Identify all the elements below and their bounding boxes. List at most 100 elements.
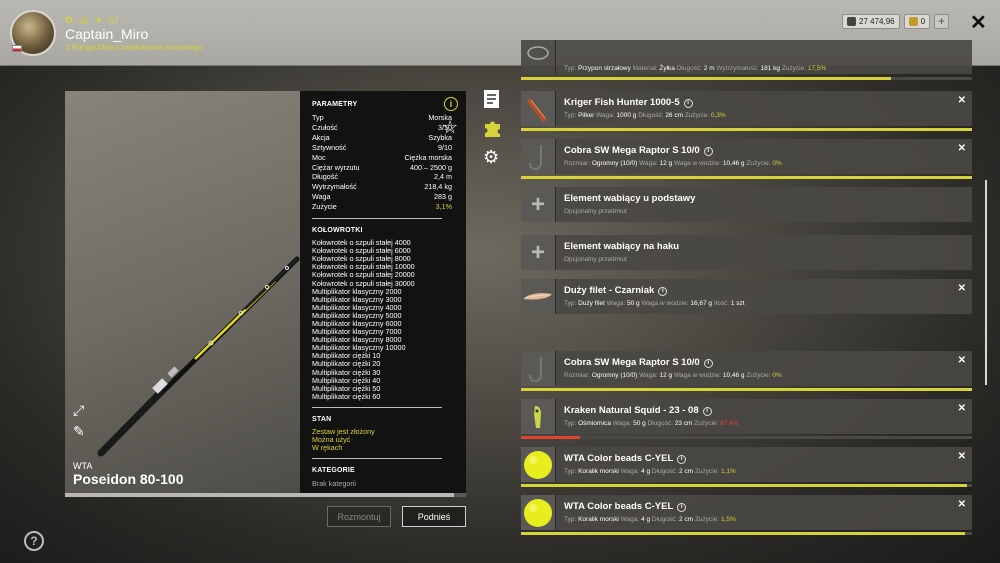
item-name: Cobra SW Mega Raptor S 10/0 i xyxy=(564,145,713,156)
player-stats: ✪ 45 ★ 57 xyxy=(65,15,119,26)
param-key: Typ xyxy=(312,113,324,122)
info-icon[interactable]: i xyxy=(444,97,458,111)
scrollbar[interactable] xyxy=(985,180,987,385)
parameters-panel: PARAMETRY Typ Morska Czułość 3/10 Akcja Szybk… xyxy=(300,91,466,493)
tackle-item[interactable]: WTA Color beads C-YEL i Typ: Koralik morsk… xyxy=(521,447,972,482)
state-title: STAN xyxy=(312,415,332,423)
tackle-item[interactable]: Cobra SW Mega Raptor S 10/0 i Rozmiar: Ogr… xyxy=(521,139,972,174)
remove-item-icon[interactable]: ✕ xyxy=(958,499,966,510)
item-info-icon[interactable]: i xyxy=(677,455,687,464)
rank-star-icon: ★ xyxy=(94,15,103,25)
gold-coin-icon xyxy=(908,16,918,26)
rod-preview: ⤢ ✎ WTA Poseidon 80-100 xyxy=(65,91,300,493)
add-currency-button[interactable]: + xyxy=(934,13,950,29)
param-key: Zużycie xyxy=(312,202,337,212)
plus-icon: + xyxy=(521,235,556,270)
gold-balance: 0 xyxy=(903,13,931,29)
empty-slot[interactable]: + Element wabiący u podstawy Opcjonalny pr… xyxy=(521,187,972,222)
rod-brand: WTA xyxy=(73,461,93,471)
item-info-icon[interactable]: i xyxy=(677,503,687,512)
reels-title: KOŁOWROTKI xyxy=(312,227,363,235)
remove-item-icon[interactable]: ✕ xyxy=(958,95,966,106)
silver-balance: 27 474,96 xyxy=(842,13,900,29)
param-row: Waga 283 g xyxy=(312,192,454,202)
item-info-icon[interactable]: i xyxy=(703,147,713,156)
hook-icon xyxy=(521,139,556,174)
rod-image xyxy=(97,256,300,457)
bead-icon xyxy=(521,447,556,482)
param-key: Ciężar wyrzutu xyxy=(312,162,360,172)
settings-gear-icon[interactable]: ⚙ xyxy=(483,147,499,168)
item-description: Rozmiar: Ogromny (10/0) Waga: 12 g Waga … xyxy=(564,372,782,379)
username: Captain_Miro xyxy=(65,26,149,42)
item-info-icon[interactable]: i xyxy=(703,359,713,368)
param-row: Czułość 3/10 xyxy=(312,123,454,133)
pilker-icon xyxy=(521,91,556,126)
item-description: Typ: Ośmiornica Waga: 50 g Długość: 23 c… xyxy=(564,420,739,427)
item-name: WTA Color beads C-YEL i xyxy=(564,501,687,512)
remove-item-icon[interactable]: ✕ xyxy=(958,143,966,154)
param-key: Wytrzymałość xyxy=(312,182,357,192)
wear-bar xyxy=(521,128,972,131)
rank-title: 3 Ranga Mistrz wędkarstwa morskiego xyxy=(65,43,203,52)
param-value: Ciężka morska xyxy=(404,152,452,162)
param-value: 283 g xyxy=(434,192,452,202)
param-value: 2,4 m xyxy=(434,172,452,182)
bead-icon xyxy=(521,495,556,530)
wear-bar xyxy=(521,176,972,179)
param-value: 3,1% xyxy=(435,202,452,212)
reel-item: Multiplikator ciężki 60 xyxy=(312,391,381,401)
disassemble-button[interactable]: Rozmontuj xyxy=(327,506,391,527)
close-icon[interactable]: ✕ xyxy=(970,10,987,35)
rank-level: 57 xyxy=(108,15,119,26)
tackle-item[interactable]: Typ: Przypon strzałowy Materiał: Żyłka D… xyxy=(521,40,972,75)
param-key: Akcja xyxy=(312,132,330,142)
param-key: Długość xyxy=(312,172,338,182)
puzzle-icon[interactable] xyxy=(483,118,503,143)
item-info-icon[interactable]: i xyxy=(702,407,712,416)
gold-amount: 0 xyxy=(920,16,926,26)
item-info-icon[interactable]: i xyxy=(683,99,693,108)
item-description: Typ: Duży filet Waga: 50 g Waga w wodzie… xyxy=(564,300,745,307)
param-key: Waga xyxy=(312,192,331,202)
tackle-item[interactable]: Cobra SW Mega Raptor S 10/0 i Rozmiar: Ogr… xyxy=(521,351,972,386)
reel-list: Kołowrotek o szpuli stałej 4000 Kołowrote… xyxy=(312,238,454,401)
param-key: Sztywność xyxy=(312,142,347,152)
item-info-icon[interactable]: i xyxy=(658,287,668,296)
item-name: Element wabiący na haku xyxy=(564,241,680,252)
param-row: Moc Ciężka morska xyxy=(312,153,454,163)
tackle-item[interactable]: Duży filet - Czarniak i Typ: Duży filet Wa… xyxy=(521,279,972,314)
item-description: Typ: Pilker Waga: 1000 g Długość: 26 cm … xyxy=(564,112,726,119)
silver-amount: 27 474,96 xyxy=(859,16,895,26)
remove-item-icon[interactable]: ✕ xyxy=(958,451,966,462)
tackle-item[interactable]: Kriger Fish Hunter 1000-5 i Typ: Pilker Wa… xyxy=(521,91,972,126)
remove-item-icon[interactable]: ✕ xyxy=(958,355,966,366)
category-title: KATEGORIE xyxy=(312,467,355,475)
params-title: PARAMETRY xyxy=(312,101,358,108)
wear-bar xyxy=(521,532,972,535)
pickup-button[interactable]: Podnieś xyxy=(402,506,466,527)
tackle-item[interactable]: WTA Color beads C-YEL i Typ: Koralik morsk… xyxy=(521,495,972,530)
remove-item-icon[interactable]: ✕ xyxy=(958,403,966,414)
item-name: WTA Color beads C-YEL i xyxy=(564,453,687,464)
brush-icon[interactable]: ✎ xyxy=(73,423,85,440)
item-name: Cobra SW Mega Raptor S 10/0 i xyxy=(564,357,713,368)
param-row: Sztywność 9/10 xyxy=(312,143,454,153)
leader-icon xyxy=(521,40,556,75)
param-row: Ciężar wyrzutu 400 – 2500 g xyxy=(312,163,454,173)
item-description: Opcjonalny przedmiot xyxy=(564,208,627,215)
rod-scroll-bar xyxy=(65,493,466,497)
favorite-star-icon[interactable]: ☆ xyxy=(442,117,458,138)
expand-icon[interactable]: ⤢ xyxy=(73,402,84,419)
state-item: W rękach xyxy=(312,443,343,453)
remove-item-icon[interactable]: ✕ xyxy=(958,283,966,294)
empty-slot[interactable]: + Element wabiący na haku Opcjonalny przed… xyxy=(521,235,972,270)
wear-bar xyxy=(521,484,972,487)
item-description: Typ: Koralik morski Waga: 4 g Długość: 2… xyxy=(564,468,736,475)
item-description: Rozmiar: Ogromny (10/0) Waga: 12 g Waga … xyxy=(564,160,782,167)
item-description: Typ: Koralik morski Waga: 4 g Długość: 2… xyxy=(564,516,736,523)
tackle-item[interactable]: Kraken Natural Squid - 23 - 08 i Typ: Ośmi… xyxy=(521,399,972,434)
description-icon[interactable] xyxy=(483,89,501,114)
help-icon[interactable]: ? xyxy=(24,531,44,551)
param-row: Wytrzymałość 218,4 kg xyxy=(312,182,454,192)
